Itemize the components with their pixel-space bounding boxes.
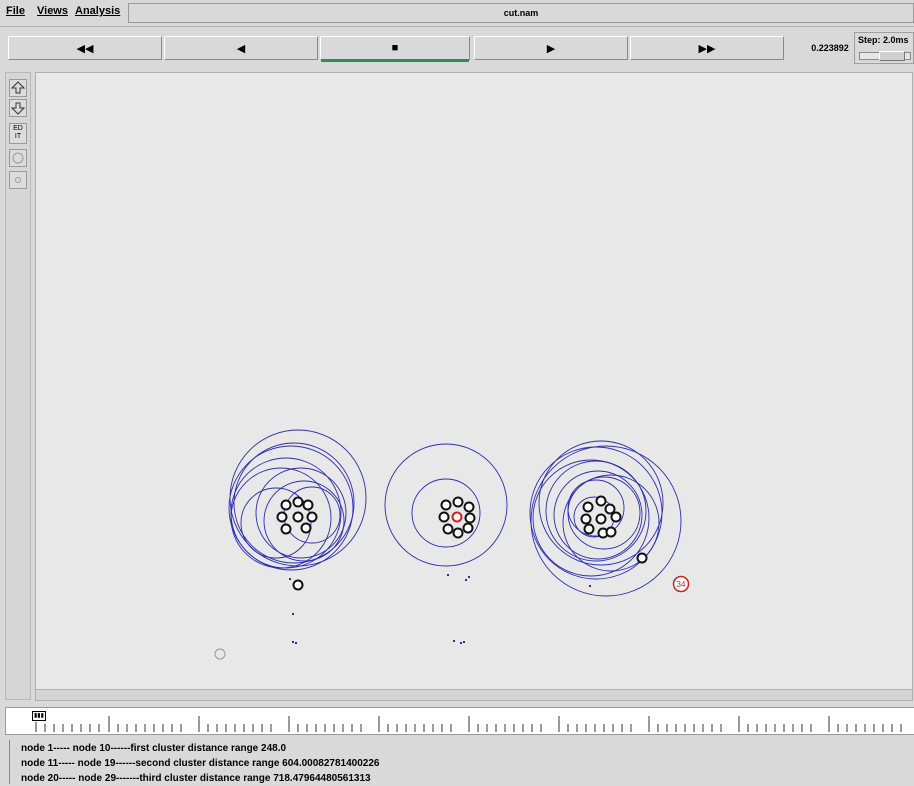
node[interactable] — [610, 511, 622, 523]
step-control: Step: 2.0ms — [854, 32, 914, 64]
node[interactable] — [280, 523, 292, 535]
node[interactable] — [464, 512, 476, 524]
node[interactable] — [276, 511, 288, 523]
node[interactable] — [292, 496, 304, 508]
node[interactable] — [292, 511, 304, 523]
range-circle — [263, 480, 345, 562]
network-canvas[interactable]: 34 — [35, 72, 913, 690]
menu-views[interactable]: Views — [37, 5, 68, 17]
annotation-scrollbar[interactable] — [9, 740, 18, 784]
node[interactable] — [306, 511, 318, 523]
timeline[interactable]: ▮▮▮ — [5, 707, 914, 735]
rewind-fast-button[interactable]: ◀◀ — [8, 36, 162, 60]
node[interactable] — [300, 522, 312, 534]
annotation-line[interactable]: node 1----- node 10------first cluster d… — [21, 743, 286, 754]
node[interactable] — [292, 579, 304, 591]
menu-analysis[interactable]: Analysis — [75, 5, 120, 17]
forward-fast-button[interactable]: ▶▶ — [630, 36, 784, 60]
node[interactable] — [452, 527, 464, 539]
menu-file[interactable]: File — [6, 5, 25, 17]
edit-button[interactable]: ED IT — [9, 123, 27, 144]
playback-toolbar: ◀◀ ◀ ■ ▶ ▶▶ 0.223892 Step: 2.0ms — [0, 30, 914, 66]
circle-icon[interactable] — [9, 149, 27, 167]
node[interactable] — [463, 501, 475, 513]
node[interactable] — [302, 499, 314, 511]
node[interactable] — [280, 499, 292, 511]
cluster-3-nodes — [580, 495, 648, 564]
node[interactable] — [440, 499, 452, 511]
node[interactable] — [595, 513, 607, 525]
window-title: cut.nam — [128, 3, 914, 23]
left-toolbar: ED IT — [5, 72, 31, 700]
annotation-line[interactable]: node 11----- node 19------second cluster… — [21, 758, 379, 769]
timeline-ticks — [35, 716, 902, 732]
network-svg: 34 — [214, 429, 690, 660]
timeline-slider-marker[interactable]: ▮▮▮ — [32, 711, 46, 721]
node[interactable] — [604, 503, 616, 515]
stop-button[interactable]: ■ — [320, 36, 470, 62]
highlighted-node[interactable] — [451, 511, 463, 523]
cluster-1-nodes — [276, 496, 318, 591]
node[interactable] — [462, 522, 474, 534]
node-34-label: 34 — [677, 580, 686, 589]
node[interactable] — [636, 552, 648, 564]
node[interactable] — [595, 495, 607, 507]
play-button[interactable]: ▶ — [474, 36, 628, 60]
small-circle-icon[interactable] — [9, 171, 27, 189]
node[interactable] — [438, 511, 450, 523]
rewind-button[interactable]: ◀ — [164, 36, 318, 60]
step-slider-thumb[interactable] — [879, 51, 905, 61]
annotation-panel: node 1----- node 10------first cluster d… — [5, 738, 913, 784]
node[interactable] — [605, 526, 617, 538]
node[interactable] — [582, 501, 594, 513]
node[interactable] — [583, 523, 595, 535]
step-label: Step: 2.0ms — [858, 35, 909, 45]
annotation-line[interactable]: node 20----- node 29-------third cluster… — [21, 773, 371, 784]
node[interactable] — [452, 496, 464, 508]
horizontal-scrollbar[interactable] — [35, 689, 913, 701]
grey-node[interactable] — [214, 648, 226, 660]
node-34[interactable]: 34 — [672, 575, 690, 593]
zoom-out-icon[interactable] — [9, 99, 27, 117]
zoom-in-icon[interactable] — [9, 79, 27, 97]
time-readout: 0.223892 — [811, 43, 849, 53]
node[interactable] — [580, 513, 592, 525]
node[interactable] — [442, 523, 454, 535]
packets — [289, 574, 591, 644]
menu-bar: File Views Analysis cut.nam — [0, 0, 914, 27]
